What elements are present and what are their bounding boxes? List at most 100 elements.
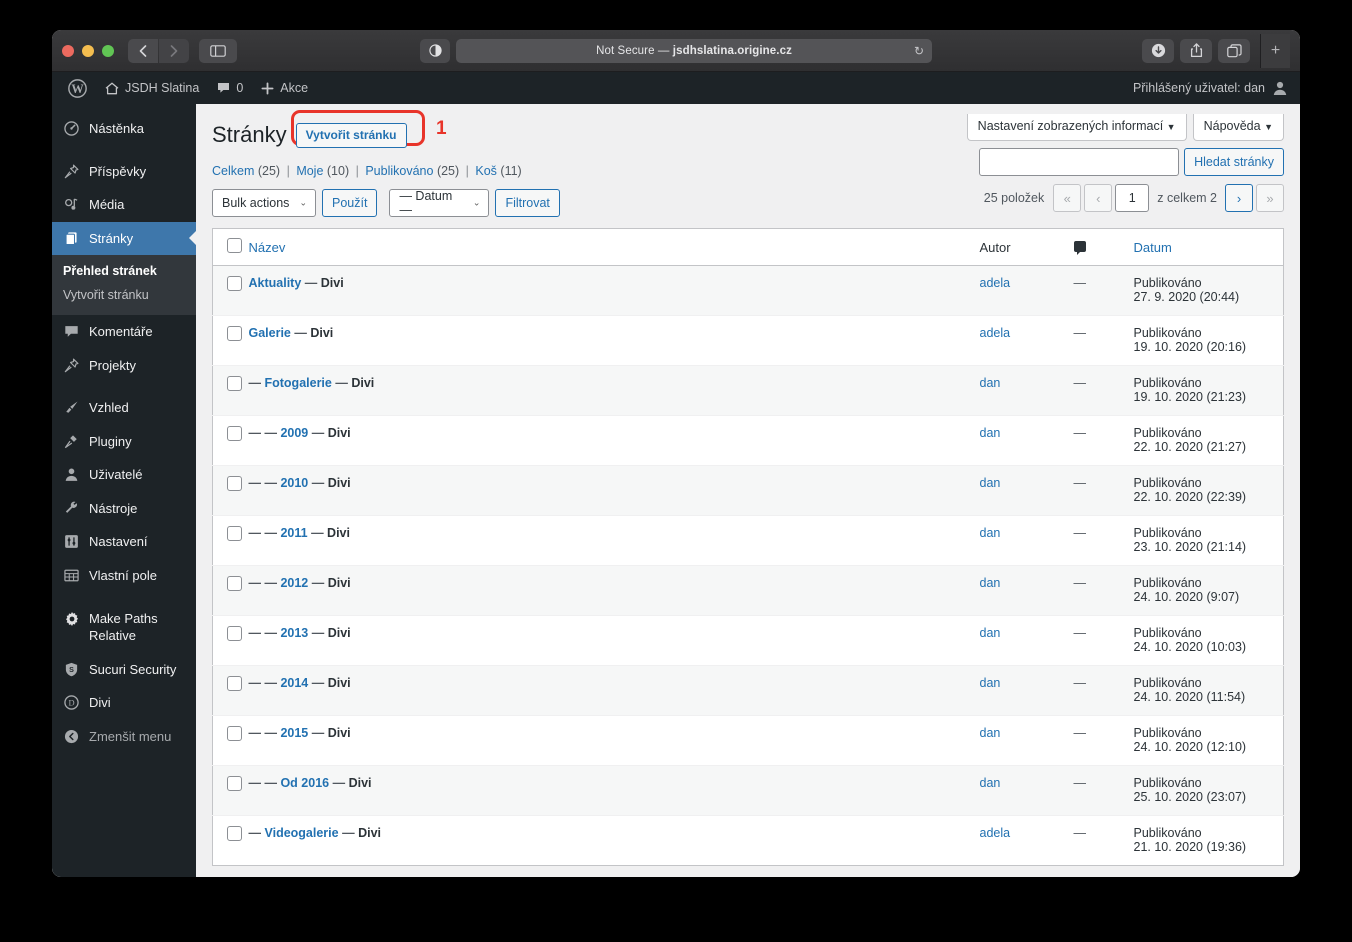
sidebar-item-make-paths-relative[interactable]: Make Paths Relative xyxy=(52,602,196,653)
row-checkbox[interactable] xyxy=(227,276,242,291)
page-title-link[interactable]: 2015 xyxy=(280,726,308,740)
row-checkbox[interactable] xyxy=(227,376,242,391)
sidebar-item-divi[interactable]: D Divi xyxy=(52,686,196,720)
sidebar-item-media[interactable]: Média xyxy=(52,188,196,222)
page-title-link[interactable]: 2012 xyxy=(280,576,308,590)
add-new-page-button[interactable]: Vytvořit stránku xyxy=(295,122,407,148)
author-link[interactable]: dan xyxy=(980,676,1001,690)
column-comments[interactable] xyxy=(1073,228,1134,266)
author-link[interactable]: adela xyxy=(980,326,1011,340)
page-title-link[interactable]: 2010 xyxy=(280,476,308,490)
row-checkbox[interactable] xyxy=(227,726,242,741)
filter-link-published[interactable]: Publikováno xyxy=(365,164,433,178)
author-link[interactable]: dan xyxy=(980,376,1001,390)
url-field[interactable]: Not Secure — jsdhslatina.origine.cz ↻ xyxy=(456,38,932,63)
sidebar-item-comments[interactable]: Komentáře xyxy=(52,315,196,349)
row-checkbox[interactable] xyxy=(227,576,242,591)
date-filter-select[interactable]: — Datum — ⌄ xyxy=(389,189,490,217)
sidebar-item-posts[interactable]: Příspěvky xyxy=(52,155,196,189)
row-checkbox[interactable] xyxy=(227,626,242,641)
account-menu[interactable]: Přihlášený uživatel: dan xyxy=(1133,80,1288,96)
reload-icon[interactable]: ↻ xyxy=(914,44,924,58)
sidebar-item-projects[interactable]: Projekty xyxy=(52,349,196,383)
page-title-link[interactable]: Galerie xyxy=(249,326,291,340)
sidebar-item-pages[interactable]: Stránky xyxy=(52,221,196,256)
table-row[interactable]: Aktuality — Divi adela — Publikováno 27. 9. … xyxy=(212,265,1284,316)
sidebar-item-tools[interactable]: Nástroje xyxy=(52,492,196,526)
minimize-window-button[interactable] xyxy=(82,44,94,57)
last-page-button[interactable]: » xyxy=(1256,184,1284,212)
row-checkbox[interactable] xyxy=(227,526,242,541)
close-window-button[interactable] xyxy=(62,44,74,57)
sidebar-toggle-button[interactable] xyxy=(199,38,237,63)
table-row[interactable]: — — 2014 — Divi dan — Publikováno 24. 10. 20… xyxy=(212,665,1284,716)
page-title-link[interactable]: 2013 xyxy=(280,626,308,640)
sidebar-item-settings[interactable]: Nastavení xyxy=(52,525,196,559)
filter-link-all[interactable]: Celkem xyxy=(212,164,254,178)
download-icon[interactable] xyxy=(1142,38,1174,63)
author-link[interactable]: dan xyxy=(980,576,1001,590)
row-checkbox[interactable] xyxy=(227,476,242,491)
row-checkbox[interactable] xyxy=(227,676,242,691)
filter-link-mine[interactable]: Moje xyxy=(296,164,323,178)
sidebar-item-plugins[interactable]: Pluginy xyxy=(52,425,196,459)
table-row[interactable]: — Videogalerie — Divi adela — Publikováno 21… xyxy=(212,815,1284,866)
share-icon[interactable] xyxy=(1180,38,1212,63)
page-title-link[interactable]: 2011 xyxy=(280,526,307,540)
row-checkbox[interactable] xyxy=(227,426,242,441)
table-row[interactable]: Galerie — Divi adela — Publikováno 19. 10. 2… xyxy=(212,315,1284,366)
author-link[interactable]: adela xyxy=(980,826,1011,840)
author-link[interactable]: dan xyxy=(980,426,1001,440)
apply-button[interactable]: Použít xyxy=(322,189,378,217)
author-link[interactable]: dan xyxy=(980,726,1001,740)
select-all-checkbox[interactable] xyxy=(227,238,242,253)
sidebar-item-appearance[interactable]: Vzhled xyxy=(52,391,196,425)
filter-link-trash[interactable]: Koš xyxy=(475,164,497,178)
sidebar-item-sucuri-security[interactable]: S Sucuri Security xyxy=(52,653,196,687)
filter-button[interactable]: Filtrovat xyxy=(495,189,560,217)
author-link[interactable]: dan xyxy=(980,626,1001,640)
column-date[interactable]: Datum xyxy=(1133,228,1284,266)
next-page-button[interactable]: › xyxy=(1225,184,1253,212)
author-link[interactable]: adela xyxy=(980,276,1011,290)
author-link[interactable]: dan xyxy=(980,776,1001,790)
page-title-link[interactable]: Aktuality xyxy=(249,276,302,290)
row-checkbox[interactable] xyxy=(227,826,242,841)
table-row[interactable]: — — 2015 — Divi dan — Publikováno 24. 10. 20… xyxy=(212,715,1284,766)
submenu-item-add-page[interactable]: Vytvořit stránku xyxy=(52,283,196,307)
bulk-actions-select[interactable]: Bulk actions ⌄ xyxy=(212,189,316,217)
new-content-menu[interactable]: Akce xyxy=(252,72,317,104)
comments-menu[interactable]: 0 xyxy=(208,72,252,104)
tab-overview-icon[interactable] xyxy=(1218,38,1250,63)
table-row[interactable]: — — 2009 — Divi dan — Publikováno 22. 10. 20… xyxy=(212,415,1284,466)
sidebar-item-users[interactable]: Uživatelé xyxy=(52,458,196,492)
reader-contrast-icon[interactable] xyxy=(420,38,450,63)
table-row[interactable]: — — 2012 — Divi dan — Publikováno 24. 10. 20… xyxy=(212,565,1284,616)
table-row[interactable]: — — 2011 — Divi dan — Publikováno 23. 10. 20… xyxy=(212,515,1284,566)
back-button[interactable] xyxy=(128,38,158,63)
row-checkbox[interactable] xyxy=(227,326,242,341)
page-title-link[interactable]: Videogalerie xyxy=(264,826,338,840)
wp-logo-menu[interactable]: W xyxy=(64,72,96,104)
row-checkbox[interactable] xyxy=(227,776,242,791)
page-title-link[interactable]: 2014 xyxy=(280,676,308,690)
first-page-button[interactable]: « xyxy=(1053,184,1082,212)
new-tab-button[interactable]: + xyxy=(1260,33,1290,68)
search-input[interactable] xyxy=(979,148,1180,176)
page-title-link[interactable]: Od 2016 xyxy=(280,776,329,790)
table-row[interactable]: — — 2010 — Divi dan — Publikováno 22. 10. 20… xyxy=(212,465,1284,516)
author-link[interactable]: dan xyxy=(980,476,1001,490)
sidebar-item-collapse-menu[interactable]: Zmenšit menu xyxy=(52,720,196,754)
current-page-input[interactable]: 1 xyxy=(1115,184,1150,212)
table-row[interactable]: — — Od 2016 — Divi dan — Publikováno 25. 10.… xyxy=(212,765,1284,816)
search-button[interactable]: Hledat stránky xyxy=(1184,148,1284,176)
forward-button[interactable] xyxy=(159,38,189,63)
sidebar-item-custom-fields[interactable]: Vlastní pole xyxy=(52,559,196,593)
page-title-link[interactable]: Fotogalerie xyxy=(264,376,331,390)
table-row[interactable]: — — 2013 — Divi dan — Publikováno 24. 10. 20… xyxy=(212,615,1284,666)
submenu-item-all-pages[interactable]: Přehled stránek xyxy=(52,259,196,283)
maximize-window-button[interactable] xyxy=(102,44,114,57)
sidebar-item-dashboard[interactable]: Nástěnka xyxy=(52,112,196,146)
column-title[interactable]: Název xyxy=(248,228,980,266)
author-link[interactable]: dan xyxy=(980,526,1001,540)
